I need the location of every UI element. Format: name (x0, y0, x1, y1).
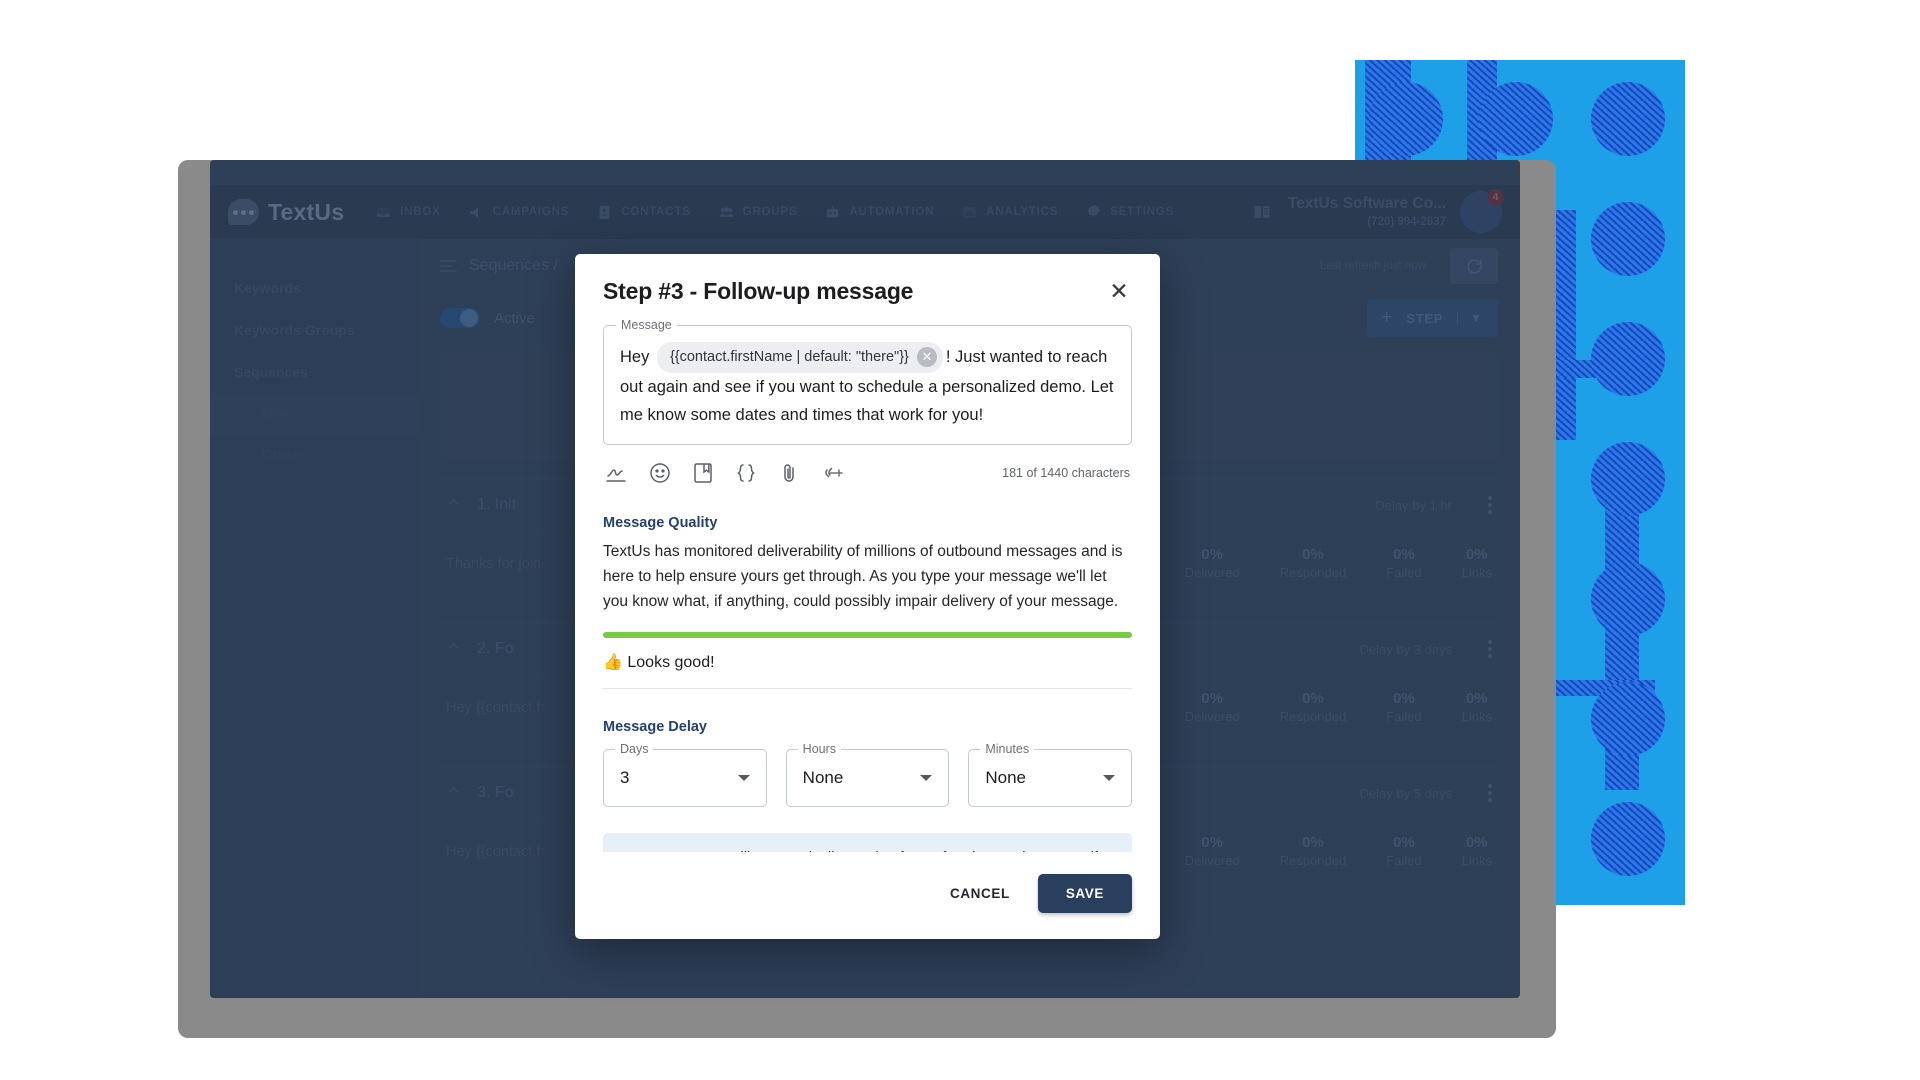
link-shorten-icon[interactable] (820, 461, 844, 485)
emoji-icon[interactable] (648, 461, 672, 485)
days-select[interactable]: Days 3 (603, 742, 767, 808)
message-toolbar: 181 of 1440 characters (603, 445, 1132, 485)
quality-progress-bar (603, 632, 1132, 639)
minutes-select-value: None (985, 768, 1026, 788)
merge-field-icon[interactable] (734, 461, 758, 485)
delay-selects: Days 3 Hours None Minutes None (603, 742, 1133, 808)
quality-verdict: 👍 Looks good! (603, 654, 715, 672)
message-delay-title: Message Delay (603, 719, 707, 736)
minutes-select[interactable]: Minutes None (968, 742, 1133, 808)
template-icon[interactable] (691, 461, 715, 485)
message-content[interactable]: Hey {{contact.firstName | default: "ther… (620, 342, 1115, 430)
message-prefix: Hey (620, 347, 650, 366)
hours-select-value: None (802, 768, 844, 788)
save-button[interactable]: SAVE (1037, 874, 1132, 913)
days-select-legend: Days (615, 742, 654, 757)
message-field[interactable]: Message Hey {{contact.firstName | defaul… (603, 318, 1132, 445)
attachment-icon[interactable] (777, 461, 801, 485)
divider (603, 688, 1132, 690)
hours-select-legend: Hours (797, 742, 842, 757)
dialog-header: Step #3 - Follow-up message ✕ (575, 254, 1160, 315)
cancel-button[interactable]: CANCEL (934, 876, 1026, 911)
hours-select[interactable]: Hours None (785, 742, 950, 808)
dialog-footer: CANCEL SAVE (575, 852, 1160, 939)
message-quality-copy: TextUs has monitored deliverability of m… (603, 542, 1123, 610)
message-field-legend: Message (616, 318, 677, 332)
chevron-down-icon[interactable] (920, 775, 933, 782)
step-edit-dialog: Step #3 - Follow-up message ✕ Message He… (575, 254, 1160, 939)
character-counter: 181 of 1440 characters (1002, 465, 1130, 480)
screenshot-root: TextUs INBOX CAMPAIGNS CONTACTS GROUPS A… (0, 0, 1920, 1080)
info-banner: Messages will automatically send 3 days … (603, 833, 1132, 852)
dialog-body: Message Hey {{contact.firstName | defaul… (575, 315, 1160, 852)
days-select-value: 3 (620, 768, 630, 788)
message-quality-title: Message Quality (603, 514, 718, 531)
dialog-title: Step #3 - Follow-up message (603, 278, 914, 304)
close-icon[interactable]: ✕ (1106, 278, 1132, 304)
minutes-select-legend: Minutes (980, 742, 1035, 757)
remove-chip-icon[interactable]: ✕ (916, 347, 937, 368)
merge-field-chip-label: {{contact.firstName | default: "there"}} (669, 349, 909, 365)
chevron-down-icon[interactable] (1103, 775, 1116, 782)
chevron-down-icon[interactable] (737, 775, 750, 782)
signature-icon[interactable] (605, 461, 629, 485)
merge-field-chip[interactable]: {{contact.firstName | default: "there"}}… (656, 342, 943, 373)
